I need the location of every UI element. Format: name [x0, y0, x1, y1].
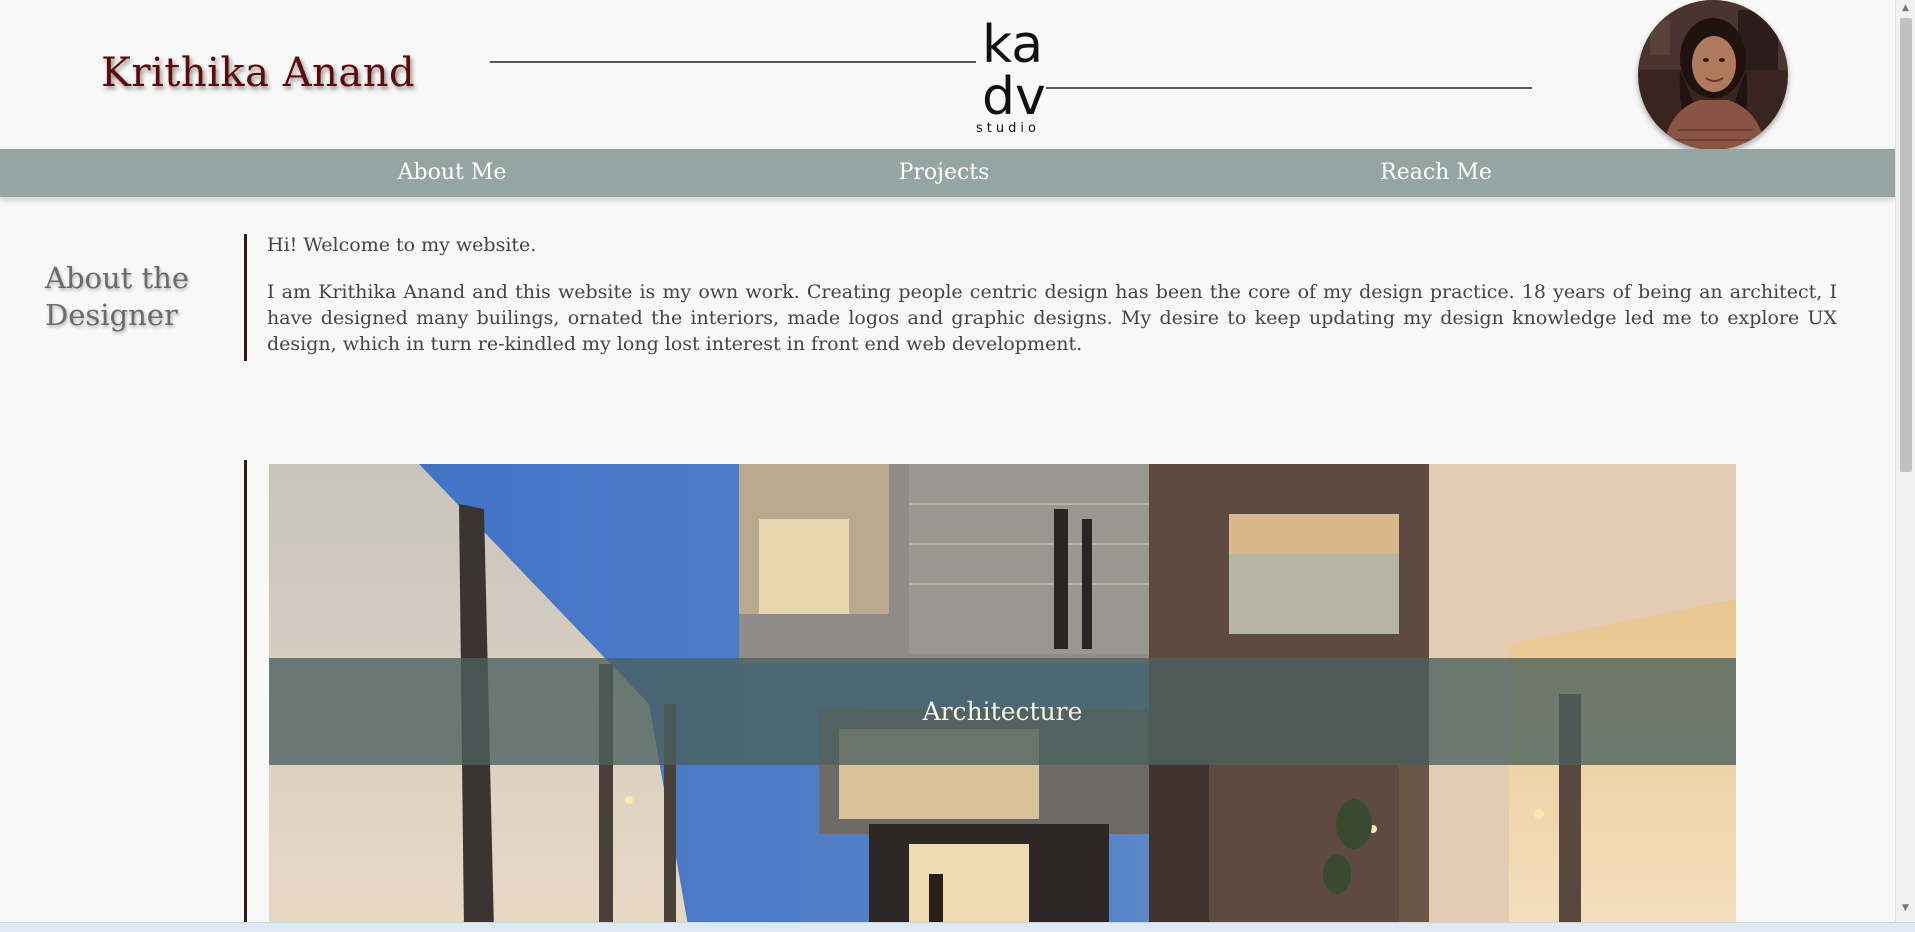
project-banner: Architecture	[269, 658, 1736, 765]
logo-line2: dv	[982, 67, 1046, 127]
about-greeting: Hi! Welcome to my website.	[267, 234, 537, 256]
project-label-architecture[interactable]: Architecture	[269, 658, 1736, 765]
about-heading-line1: About the	[45, 261, 190, 295]
page-scrollbar[interactable]: ▲ ▼	[1895, 0, 1915, 931]
avatar-photo	[1638, 0, 1788, 150]
about-body: I am Krithika Anand and this website is …	[267, 281, 1837, 355]
main-nav: About Me Projects Reach Me	[0, 149, 1895, 197]
about-heading: About the Designer	[45, 260, 215, 334]
about-heading-line2: Designer	[45, 298, 178, 332]
nav-item-about-me[interactable]: About Me	[398, 149, 507, 197]
scroll-thumb[interactable]	[1900, 18, 1912, 472]
scroll-down-arrow-icon[interactable]: ▼	[1896, 900, 1915, 917]
site-header: Krithika Anand ka dv studio	[0, 0, 1895, 150]
nav-item-projects[interactable]: Projects	[899, 149, 990, 197]
avatar[interactable]	[1638, 0, 1788, 150]
about-text: Hi! Welcome to my website. I am Krithika…	[267, 232, 1837, 378]
page: Krithika Anand ka dv studio About Me Pro…	[0, 0, 1895, 931]
project-card-architecture[interactable]: Architecture	[269, 464, 1736, 931]
projects-divider	[244, 460, 247, 931]
kadv-studio-logo[interactable]: ka dv studio	[490, 12, 1532, 137]
logo-line1: ka	[982, 15, 1043, 75]
logo-line3: studio	[976, 121, 1040, 136]
scroll-up-arrow-icon[interactable]: ▲	[1896, 0, 1915, 17]
about-divider	[244, 234, 247, 361]
nav-item-reach-me[interactable]: Reach Me	[1380, 149, 1492, 197]
site-name[interactable]: Krithika Anand	[101, 50, 415, 96]
